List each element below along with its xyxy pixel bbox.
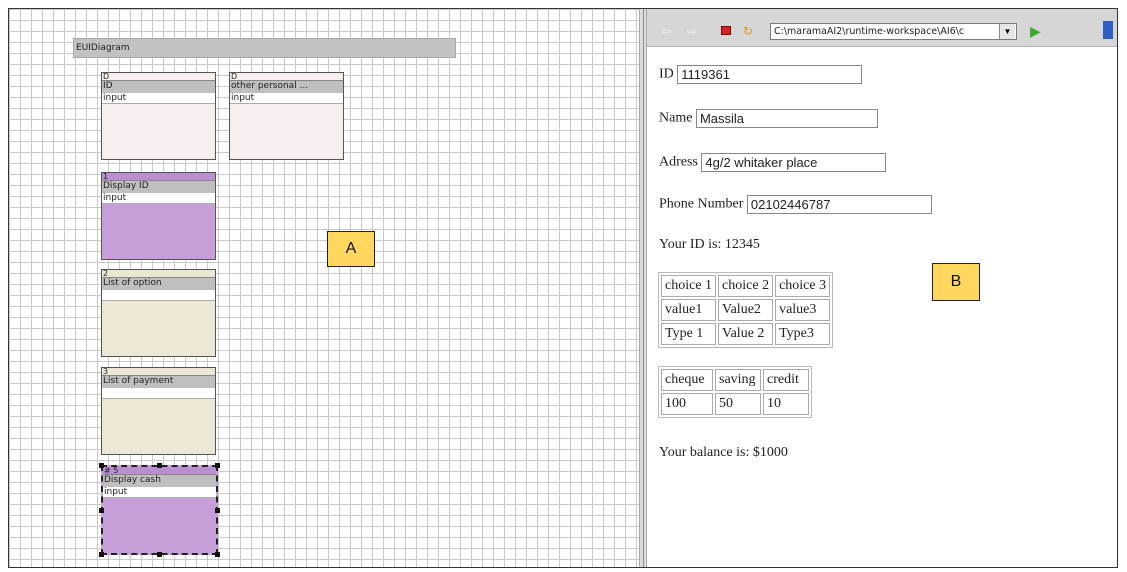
element-body bbox=[230, 105, 343, 159]
element-body bbox=[102, 105, 215, 159]
diagram-title[interactable]: EUIDiagram bbox=[73, 38, 456, 58]
table-cell: Type 1 bbox=[661, 323, 717, 345]
browser-toolbar: ⇦ ⇨ ↻ C:\maramaAI2\runtime-workspace\AI6… bbox=[647, 9, 1117, 47]
element-body bbox=[102, 302, 215, 356]
browser-panel: ⇦ ⇨ ↻ C:\maramaAI2\runtime-workspace\AI6… bbox=[647, 9, 1117, 567]
address-row: Adress bbox=[659, 153, 887, 172]
element-id-label: 1 bbox=[102, 173, 215, 181]
address-label: Adress bbox=[659, 154, 698, 170]
address-bar[interactable]: C:\maramaAI2\runtime-workspace\AI6\c bbox=[770, 23, 1017, 40]
table-cell: Type3 bbox=[775, 323, 831, 345]
forward-arrow-icon[interactable]: ⇨ bbox=[687, 25, 697, 37]
your-id-text: Your ID is: 12345 bbox=[659, 237, 760, 252]
element-id-label: 2 bbox=[102, 270, 215, 278]
element-id-label: 3 bbox=[102, 368, 215, 376]
balance-text: Your balance is: $1000 bbox=[659, 445, 788, 460]
element-name-label: List of payment bbox=[102, 376, 215, 388]
screenshot-frame: EUIDiagram D ID input D other personal .… bbox=[8, 8, 1118, 568]
resize-handle[interactable] bbox=[215, 463, 220, 468]
choices-table: choice 1 choice 2 choice 3 value1 Value2… bbox=[658, 272, 834, 348]
table-cell: value3 bbox=[775, 299, 831, 321]
resize-handle[interactable] bbox=[157, 552, 162, 557]
resize-handle[interactable] bbox=[215, 508, 220, 513]
resize-handle[interactable] bbox=[99, 552, 104, 557]
name-field[interactable] bbox=[695, 109, 878, 128]
table-cell: choice 3 bbox=[775, 275, 831, 297]
payment-table: cheque saving credit 100 50 10 bbox=[658, 366, 812, 418]
diagram-element-other-personal[interactable]: D other personal ... input bbox=[229, 72, 344, 160]
element-type-label: input bbox=[230, 93, 343, 104]
element-type-label: input bbox=[102, 93, 215, 104]
dropdown-arrow-icon[interactable]: ▼ bbox=[999, 24, 1015, 39]
element-id-label: # 5 bbox=[103, 467, 216, 475]
element-name-label: List of option bbox=[102, 278, 215, 290]
table-cell: Value 2 bbox=[718, 323, 774, 345]
element-type-label bbox=[102, 290, 215, 301]
element-type-label bbox=[102, 388, 215, 399]
element-name-label: other personal ... bbox=[230, 81, 343, 93]
payment-input-cell[interactable]: 10 bbox=[763, 393, 809, 415]
stop-icon[interactable] bbox=[721, 26, 731, 35]
element-id-label: D bbox=[230, 73, 343, 81]
diagram-element-display-id[interactable]: 1 Display ID input bbox=[101, 172, 216, 260]
go-icon[interactable]: ▶ bbox=[1030, 23, 1041, 40]
diagram-element-list-of-payment[interactable]: 3 List of payment bbox=[101, 367, 216, 455]
back-arrow-icon[interactable]: ⇦ bbox=[661, 25, 671, 37]
diagram-canvas[interactable]: EUIDiagram D ID input D other personal .… bbox=[9, 9, 639, 567]
resize-handle[interactable] bbox=[157, 463, 162, 468]
element-id-label: D bbox=[102, 73, 215, 81]
payment-input-cell[interactable]: 100 bbox=[661, 393, 713, 415]
element-body bbox=[102, 400, 215, 454]
table-cell: Value2 bbox=[718, 299, 774, 321]
element-type-label: input bbox=[103, 487, 216, 498]
resize-handle[interactable] bbox=[215, 552, 220, 557]
table-cell: value1 bbox=[661, 299, 717, 321]
element-body bbox=[103, 499, 216, 553]
table-header-cell: saving bbox=[715, 369, 761, 391]
resize-handle[interactable] bbox=[99, 463, 104, 468]
phone-label: Phone Number bbox=[659, 196, 744, 212]
element-type-label: input bbox=[102, 193, 215, 204]
diagram-element-id[interactable]: D ID input bbox=[101, 72, 216, 160]
table-cell: choice 2 bbox=[718, 275, 774, 297]
marker-a: A bbox=[327, 231, 375, 267]
table-row: cheque saving credit bbox=[661, 369, 809, 391]
name-row: Name bbox=[659, 109, 878, 128]
element-name-label: Display cash bbox=[103, 475, 216, 487]
element-name-label: Display ID bbox=[102, 181, 215, 193]
table-row: choice 1 choice 2 choice 3 bbox=[661, 275, 831, 297]
phone-field[interactable] bbox=[746, 195, 932, 214]
diagram-element-display-cash[interactable]: # 5 Display cash input bbox=[101, 465, 218, 555]
address-field[interactable] bbox=[701, 153, 887, 172]
table-cell: choice 1 bbox=[661, 275, 717, 297]
payment-input-cell[interactable]: 50 bbox=[715, 393, 761, 415]
name-label: Name bbox=[659, 110, 693, 126]
id-label: ID bbox=[659, 66, 674, 82]
table-row: 100 50 10 bbox=[661, 393, 809, 415]
id-field[interactable] bbox=[677, 65, 863, 84]
marker-b: B bbox=[932, 263, 980, 301]
panel-splitter[interactable] bbox=[639, 9, 647, 567]
refresh-icon[interactable]: ↻ bbox=[743, 25, 753, 37]
table-header-cell: cheque bbox=[661, 369, 713, 391]
resize-handle[interactable] bbox=[99, 508, 104, 513]
toolbar-extra-button[interactable] bbox=[1103, 21, 1113, 39]
phone-row: Phone Number bbox=[659, 195, 932, 214]
table-row: Type 1 Value 2 Type3 bbox=[661, 323, 831, 345]
id-row: ID bbox=[659, 65, 863, 84]
diagram-element-list-of-option[interactable]: 2 List of option bbox=[101, 269, 216, 357]
table-header-cell: credit bbox=[763, 369, 809, 391]
element-body bbox=[102, 205, 215, 259]
table-row: value1 Value2 value3 bbox=[661, 299, 831, 321]
element-name-label: ID bbox=[102, 81, 215, 93]
